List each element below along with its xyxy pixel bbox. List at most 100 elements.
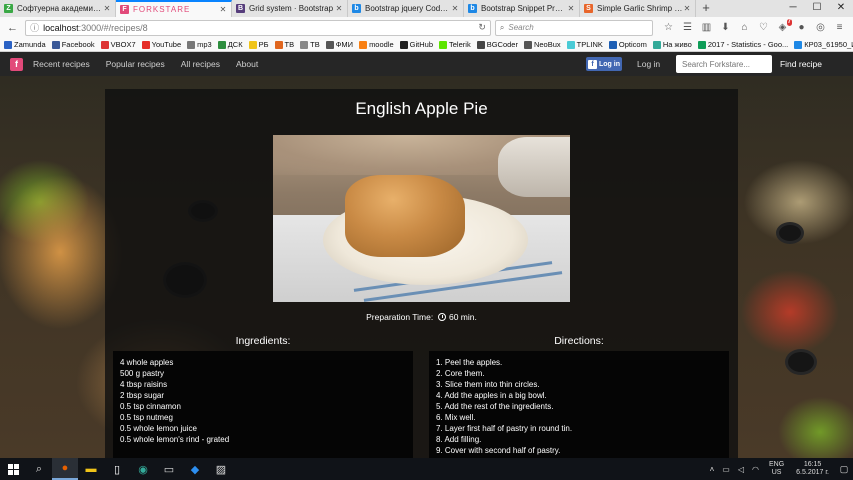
tab-title: Simple Garlic Shrimp Recipe (597, 4, 683, 13)
forkstare-logo[interactable]: f (10, 57, 23, 71)
menu-hamburger-icon[interactable]: ≡ (830, 22, 849, 33)
action-center-icon[interactable]: ▢ (835, 464, 853, 475)
extension-icon[interactable]: ◈ 7 (773, 19, 792, 33)
bookmark-favicon-icon (399, 40, 408, 49)
info-icon[interactable]: ⓘ (30, 21, 39, 34)
find-recipe-button[interactable]: Find recipe (776, 55, 826, 73)
browser-search-field[interactable]: ⌕ Search (494, 19, 653, 36)
nav-about[interactable]: About (236, 59, 258, 69)
recipe-title: English Apple Pie (355, 99, 488, 118)
node-icon[interactable]: ◉ (130, 458, 156, 480)
facebook-login-button[interactable]: f Log in (586, 57, 622, 71)
minimize-button[interactable]: ─ (781, 0, 805, 17)
reload-icon[interactable]: ↻ (478, 22, 486, 33)
bookmark-item[interactable]: Facebook (51, 40, 95, 49)
tab-close-icon[interactable]: ✕ (567, 4, 575, 13)
bookmark-item[interactable]: TPLINK (566, 40, 603, 49)
bookmark-item[interactable]: Telerik (439, 40, 471, 49)
bookmark-item[interactable]: КР03_61950_Иван-Ми... (794, 40, 853, 49)
language-indicator[interactable]: ENG US (769, 461, 784, 477)
bookmark-item[interactable]: BGCoder (476, 40, 518, 49)
browser-tab[interactable]: b Bootstrap Snippet Product M ✕ (464, 0, 580, 17)
browser-tab[interactable]: Z Софтуерна академия на Те ✕ (0, 0, 116, 17)
file-explorer-icon[interactable]: ▬ (78, 458, 104, 480)
prep-value: 60 min. (448, 312, 477, 322)
vscode-icon[interactable]: ◆ (182, 458, 208, 480)
url-bar[interactable]: ⓘ localhost:3000/#/recipes/8 ↻ (25, 19, 491, 36)
wifi-icon[interactable]: ◠ (752, 465, 759, 474)
bookmark-item[interactable]: На живо (652, 40, 692, 49)
tab-close-icon[interactable]: ✕ (219, 5, 227, 14)
bookmark-favicon-icon (359, 40, 368, 49)
bookmark-item[interactable]: РБ (248, 40, 269, 49)
url-host: localhost (43, 22, 79, 33)
bookmark-item[interactable]: NeoBux (523, 40, 561, 49)
notepad-icon[interactable]: ▯ (104, 458, 130, 480)
search-icon[interactable]: ⌕ (26, 458, 52, 480)
bookmark-label: NeoBux (533, 40, 561, 49)
bookmark-favicon-icon (794, 40, 803, 49)
directions-list: 1. Peel the apples. 2. Core them. 3. Slice… (429, 351, 729, 458)
home-icon[interactable]: ⌂ (735, 22, 754, 33)
bookmark-favicon-icon (697, 40, 706, 49)
sync-icon[interactable]: ● (792, 22, 811, 33)
nav-all-recipes[interactable]: All recipes (181, 59, 220, 69)
browser-tab[interactable]: S Simple Garlic Shrimp Recipe ✕ (580, 0, 696, 17)
photos-icon[interactable]: ▨ (208, 458, 234, 480)
ingredient-item: 4 whole apples (120, 358, 174, 367)
tab-close-icon[interactable]: ✕ (103, 4, 111, 13)
bookmark-label: Opticom (618, 40, 647, 49)
terminal-icon[interactable]: ▭ (156, 458, 182, 480)
bookmark-favicon-icon (248, 40, 257, 49)
volume-icon[interactable]: ◁ (738, 465, 744, 474)
browser-tab-active[interactable]: F FORKSTARE ✕ (116, 0, 232, 17)
bookmark-item[interactable]: VBOX7 (100, 40, 136, 49)
tab-title: FORKSTARE (133, 5, 191, 14)
bookmark-item[interactable]: ТВ (300, 40, 320, 49)
clock-time: 16:15 (803, 461, 822, 468)
pocket-icon[interactable]: ♡ (754, 22, 773, 33)
chevron-up-icon[interactable]: ˄ (710, 465, 715, 474)
ublock-icon[interactable]: ◎ (811, 22, 830, 33)
bookmark-item[interactable]: Zamunda (4, 40, 46, 49)
system-clock[interactable]: 16:15 6.5.2017 г. (796, 461, 829, 477)
bookmark-item[interactable]: moodle (359, 40, 394, 49)
downloads-icon[interactable]: ⬇ (716, 22, 735, 33)
bookmark-item[interactable]: 2017 - Statistics - Goo... (697, 40, 788, 49)
maximize-button[interactable]: ☐ (805, 0, 829, 17)
bookmark-item[interactable]: YouTube (141, 40, 181, 49)
firefox-taskbar-icon[interactable]: ● (52, 458, 78, 480)
library-icon[interactable]: ▥ (697, 22, 716, 33)
tab-close-icon[interactable]: ✕ (451, 4, 459, 13)
bookmark-favicon-icon (439, 40, 448, 49)
windows-taskbar: ⌕ ● ▬ ▯ ◉ ▭ ◆ ▨ ˄ ▭ ◁ ◠ ENG US 16:15 6.5… (0, 458, 853, 480)
bookmark-star-icon[interactable]: ☆ (659, 22, 678, 33)
start-button[interactable] (0, 458, 26, 480)
bookmark-item[interactable]: ДСК (217, 40, 243, 49)
tab-close-icon[interactable]: ✕ (683, 4, 691, 13)
bookmark-item[interactable]: mp3 (187, 40, 212, 49)
browser-tab[interactable]: B Grid system · Bootstrap ✕ (232, 0, 348, 17)
reading-list-icon[interactable]: ☰ (678, 22, 697, 33)
cup (498, 137, 570, 197)
bookmark-item[interactable]: ФМИ (325, 40, 353, 49)
bookmark-item[interactable]: GitHub (399, 40, 433, 49)
recipe-search-input[interactable] (676, 55, 772, 73)
new-tab-button[interactable]: + (696, 0, 716, 17)
back-arrow-icon[interactable]: ← (4, 19, 21, 37)
bookmark-item[interactable]: Opticom (608, 40, 647, 49)
direction-step: 3. Slice them into thin circles. (436, 380, 540, 389)
bookmark-item[interactable]: ТВ (274, 40, 295, 49)
nav-popular-recipes[interactable]: Popular recipes (106, 59, 165, 69)
tab-close-icon[interactable]: ✕ (335, 4, 343, 13)
bookmark-label: ТВ (284, 40, 295, 49)
browser-tab[interactable]: b Bootstrap jquery Code Exam ✕ (348, 0, 464, 17)
login-link[interactable]: Log in (637, 59, 660, 69)
close-window-button[interactable]: ✕ (829, 0, 853, 17)
bookmark-label: TPLINK (576, 40, 603, 49)
tab-favicon: b (468, 4, 477, 13)
network-icon[interactable]: ▭ (722, 465, 730, 474)
site-navbar: f Recent recipes Popular recipes All rec… (0, 52, 853, 76)
locale-code: US (771, 469, 782, 476)
nav-recent-recipes[interactable]: Recent recipes (33, 59, 90, 69)
